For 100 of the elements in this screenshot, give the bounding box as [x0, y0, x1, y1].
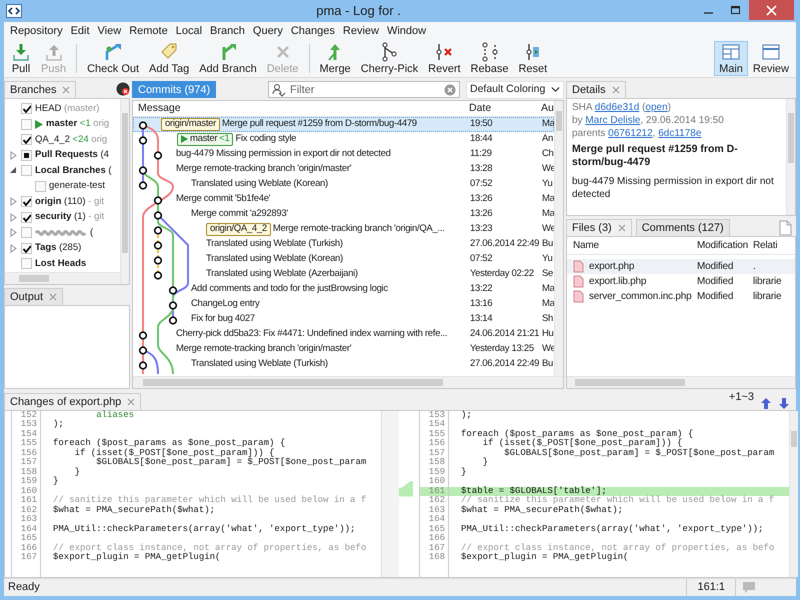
- link[interactable]: open: [645, 102, 668, 113]
- branch-label[interactable]: security (1) - git: [35, 210, 104, 224]
- menu-item[interactable]: Repository: [6, 22, 67, 40]
- clear-icon[interactable]: [444, 84, 456, 96]
- link[interactable]: d6d6e31d: [594, 102, 640, 113]
- vertical-scrollbar[interactable]: [789, 410, 798, 578]
- commit-row[interactable]: Merge commit 'a292893' 13:26 Ma: [133, 206, 554, 222]
- panel-tab[interactable]: Branches: [4, 80, 76, 98]
- column-header[interactable]: Date: [467, 100, 541, 116]
- checkbox[interactable]: [21, 227, 32, 238]
- checkbox[interactable]: [21, 103, 32, 114]
- branch-label[interactable]: Pull Requests (4: [35, 148, 109, 162]
- toolbar-button[interactable]: Rebase: [466, 40, 514, 76]
- panel-tab[interactable]: Comments (127): [636, 218, 730, 236]
- view-button[interactable]: Review: [748, 40, 794, 76]
- commit-row[interactable]: Add comments and todo for the justBrowsing logic 13:22 Ma: [133, 282, 554, 297]
- coloring-select[interactable]: Default Coloring: [466, 80, 564, 99]
- branch-tag[interactable]: origin/QA_4_2: [206, 222, 271, 236]
- close-icon[interactable]: [49, 292, 58, 301]
- commit-row[interactable]: bug-4479 Missing permission in export dir not detected 11:29 Ch: [133, 146, 554, 162]
- toolbar-button[interactable]: Pull: [6, 40, 36, 76]
- horizontal-scrollbar[interactable]: [567, 376, 795, 388]
- vertical-scrollbar[interactable]: [554, 100, 563, 376]
- column-header[interactable]: Message: [133, 100, 467, 116]
- menu-item[interactable]: Branch: [206, 22, 249, 40]
- branch-label[interactable]: (: [90, 226, 94, 240]
- close-icon[interactable]: [127, 398, 136, 406]
- column-header[interactable]: Name: [567, 238, 697, 253]
- branch-label[interactable]: Lost Heads: [35, 256, 86, 271]
- menu-item[interactable]: Review: [338, 22, 383, 40]
- menu-item[interactable]: Local: [172, 22, 206, 40]
- toolbar-button[interactable]: Check Out: [82, 40, 144, 76]
- vertical-scrollbar[interactable]: [120, 98, 129, 284]
- checkbox[interactable]: [21, 196, 32, 208]
- menu-item[interactable]: Edit: [66, 22, 94, 40]
- toolbar-button[interactable]: Add Branch: [194, 40, 262, 76]
- column-header[interactable]: Modification: [697, 238, 753, 253]
- branch-label[interactable]: Tags (285): [35, 241, 82, 256]
- branch-label[interactable]: generate-test: [49, 179, 105, 194]
- close-icon[interactable]: [612, 86, 620, 94]
- link[interactable]: Marc Delisle: [585, 114, 640, 126]
- toolbar-button[interactable]: Add Tag: [144, 40, 194, 76]
- toolbar-button[interactable]: Cherry-Pick: [356, 40, 424, 76]
- branch-tag[interactable]: origin/master: [161, 118, 220, 131]
- commit-row[interactable]: Translated using Weblate (Korean) 07:52 Yu: [133, 252, 554, 267]
- filter-input[interactable]: Filter: [290, 82, 440, 98]
- panel-tab[interactable]: Changes of export.php: [4, 392, 142, 410]
- commit-row[interactable]: Translated using Weblate (Turkish) 27.06.2014 22:49 Bu: [133, 356, 554, 372]
- menu-item[interactable]: View: [94, 22, 126, 40]
- file-row[interactable]: export.php Modified .: [567, 258, 795, 274]
- comment-icon[interactable]: [742, 581, 756, 594]
- column-header[interactable]: Au: [541, 100, 553, 116]
- view-button[interactable]: Main: [714, 40, 748, 76]
- branch-label[interactable]: HEAD (master): [35, 102, 100, 116]
- link[interactable]: 06761212: [608, 128, 653, 139]
- checkbox[interactable]: [21, 212, 32, 223]
- panel-tab[interactable]: Output: [4, 288, 64, 305]
- column-header[interactable]: Relati: [753, 238, 795, 253]
- checkbox[interactable]: [21, 150, 32, 161]
- document-icon[interactable]: [779, 220, 792, 236]
- toolbar-button[interactable]: Reset: [513, 40, 552, 76]
- file-row[interactable]: server_common.inc.php Modified librarie: [567, 288, 795, 304]
- file-row[interactable]: export.lib.php Modified librarie: [567, 274, 795, 289]
- commit-row[interactable]: Cherry-pick dd5ba23: Fix #4471: Undefined index warning with refe... 24.06.2014 21:21 Hu: [133, 326, 554, 342]
- branch-label[interactable]: master <1 orig: [46, 117, 110, 132]
- checkbox[interactable]: [35, 180, 46, 192]
- down-arrow-icon[interactable]: [778, 396, 790, 410]
- branch-label[interactable]: Local Branches (: [35, 164, 112, 178]
- maximize-icon[interactable]: [729, 4, 742, 16]
- horizontal-scrollbar[interactable]: [133, 376, 563, 388]
- checkbox[interactable]: [21, 118, 32, 130]
- toolbar-button[interactable]: Revert: [423, 40, 466, 76]
- branch-label[interactable]: origin (110) - git: [35, 194, 104, 209]
- search-box[interactable]: Filter: [268, 81, 460, 98]
- menu-item[interactable]: Changes: [286, 22, 339, 40]
- commit-row[interactable]: Translated using Weblate (Azerbaijani) Yesterday 02:22 Se: [133, 266, 554, 282]
- checkbox[interactable]: [21, 242, 32, 254]
- close-icon[interactable]: [618, 224, 626, 232]
- commit-row[interactable]: Fix for bug 4027 13:14 Sh: [133, 312, 554, 327]
- branch-label[interactable]: QA_4_2 <24 orig: [35, 132, 108, 147]
- expand-arrow-icon[interactable]: [9, 166, 18, 176]
- checkbox[interactable]: [21, 134, 32, 146]
- close-icon[interactable]: [62, 86, 70, 94]
- commit-row[interactable]: ChangeLog entry 13:16 Ma: [133, 296, 554, 312]
- checkbox[interactable]: [21, 165, 32, 176]
- link[interactable]: 6dc1178e: [658, 128, 702, 139]
- commit-row[interactable]: Translated using Weblate (Korean) 07:52 Yu: [133, 176, 554, 192]
- close-button[interactable]: [749, 0, 794, 20]
- commit-row[interactable]: origin/master Merge pull request #1259 from D-storm/bug-4479 19:50 Ma: [133, 116, 554, 132]
- toolbar-button[interactable]: Merge: [314, 40, 356, 76]
- panel-tab[interactable]: Details: [566, 80, 626, 98]
- menu-item[interactable]: Remote: [125, 22, 172, 40]
- checkbox[interactable]: [21, 258, 32, 270]
- remove-icon[interactable]: [116, 82, 130, 96]
- horizontal-scrollbar[interactable]: [5, 272, 120, 284]
- commit-row[interactable]: Translated using Weblate (Turkish) 27.06.2014 22:49 Bu: [133, 236, 554, 252]
- panel-tab[interactable]: Files (3): [566, 218, 632, 236]
- menu-item[interactable]: Query: [248, 22, 287, 40]
- vertical-scrollbar[interactable]: [786, 98, 795, 215]
- branch-tag[interactable]: master <1: [177, 132, 234, 146]
